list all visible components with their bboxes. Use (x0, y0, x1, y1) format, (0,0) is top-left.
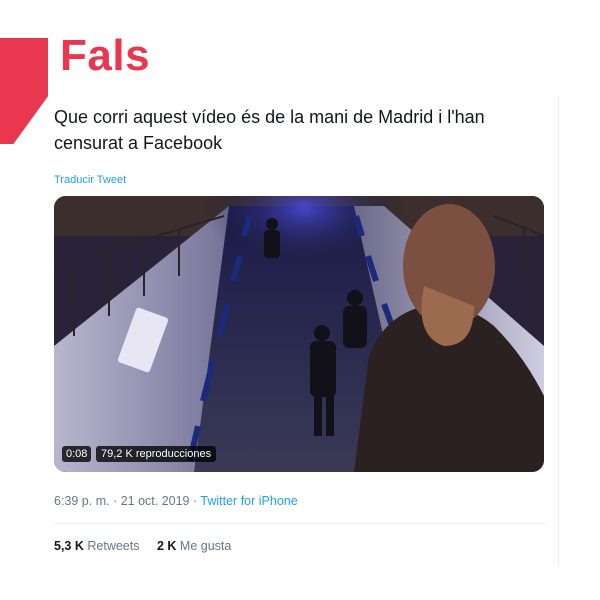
divider (54, 523, 546, 524)
retweets-label: Retweets (87, 539, 140, 553)
tweet-video[interactable]: 0:08 79,2 K reproducciones (54, 196, 544, 472)
tweet-meta: 6:39 p. m. · 21 oct. 2019 · Twitter for … (54, 494, 298, 508)
tweet-stats: 5,3 K Retweets 2 K Me gusta (54, 539, 245, 553)
tweet-text: Que corri aquest vídeo és de la mani de … (54, 107, 485, 153)
retweets-count: 5,3 K (54, 539, 84, 553)
retweets-stat[interactable]: 5,3 K Retweets (54, 539, 139, 553)
translate-tweet-link[interactable]: Traducir Tweet (54, 174, 126, 186)
likes-count: 2 K (156, 539, 177, 553)
tweet-time[interactable]: 6:39 p. m. (54, 494, 110, 508)
likes-stat[interactable]: 2 K Me gusta (157, 539, 231, 553)
meta-separator: · (189, 494, 201, 508)
video-views-badge: 79,2 K reproducciones (96, 446, 217, 462)
likes-label: Me gusta (179, 539, 232, 553)
video-frame (54, 196, 544, 472)
tweet-date[interactable]: 21 oct. 2019 (121, 494, 190, 508)
meta-separator: · (109, 494, 121, 508)
verdict-flag (0, 38, 48, 144)
embedded-tweet: Que corri aquest vídeo és de la mani de … (52, 96, 559, 566)
video-duration-badge: 0:08 (62, 446, 92, 462)
verdict-label: Fals (60, 31, 151, 80)
tweet-source-link[interactable]: Twitter for iPhone (200, 494, 297, 508)
